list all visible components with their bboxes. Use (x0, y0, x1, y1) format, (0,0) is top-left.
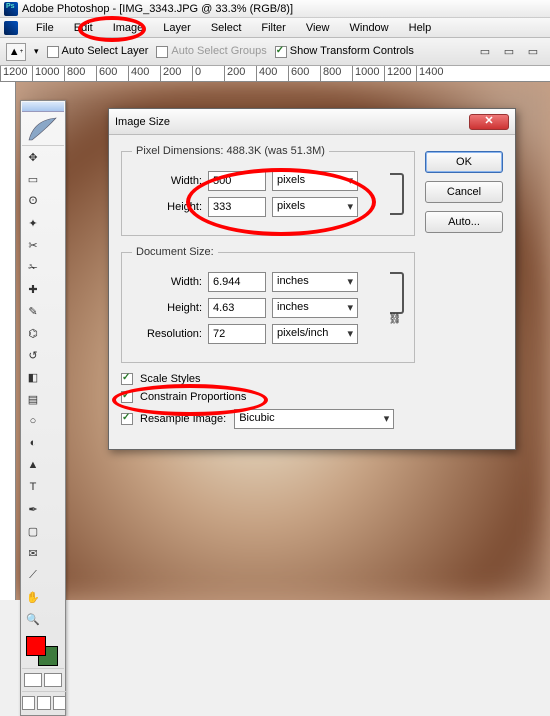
link-bracket-icon (390, 173, 404, 215)
dialog-titlebar[interactable]: Image Size ✕ (109, 109, 515, 135)
toolbox-panel[interactable]: ✥ ▭ ʘ ✦ ✂ ✁ ✚ ✎ ⌬ ↺ ◧ ▤ ○ ◐ ▲ T ✒ ▢ ✉ ⟋ … (20, 100, 66, 716)
magic-wand-tool[interactable]: ✦ (22, 212, 44, 234)
menu-help[interactable]: Help (399, 20, 442, 36)
pixel-height-unit-select[interactable]: pixels (272, 197, 358, 217)
healing-brush-tool[interactable]: ✚ (22, 278, 44, 300)
notes-tool[interactable]: ✉ (22, 542, 44, 564)
image-size-dialog: Image Size ✕ Pixel Dimensions: 488.3K (w… (108, 108, 516, 450)
doc-width-unit-select[interactable]: inches (272, 272, 358, 292)
checkbox-icon[interactable] (121, 391, 133, 403)
doc-height-input[interactable] (208, 298, 266, 318)
checkbox-icon[interactable] (275, 46, 287, 58)
menubar: File Edit Image Layer Select Filter View… (0, 18, 550, 38)
path-selection-tool[interactable]: ▲ (22, 454, 44, 476)
align-icon[interactable]: ▭ (522, 41, 544, 63)
resolution-input[interactable] (208, 324, 266, 344)
align-buttons-group: ▭ ▭ ▭ (474, 41, 544, 63)
checkbox-icon[interactable] (47, 46, 59, 58)
menu-file[interactable]: File (26, 20, 64, 36)
options-bar: ▲+ ▾ Auto Select Layer Auto Select Group… (0, 38, 550, 66)
link-bracket-icon (390, 272, 404, 314)
auto-select-groups-option[interactable]: Auto Select Groups (156, 45, 266, 57)
menu-view[interactable]: View (296, 20, 340, 36)
screen-mode-icon[interactable] (53, 696, 66, 710)
gradient-tool[interactable]: ▤ (22, 388, 44, 410)
clone-stamp-tool[interactable]: ⌬ (22, 322, 44, 344)
doc-width-input[interactable] (208, 272, 266, 292)
blur-tool[interactable]: ○ (22, 410, 44, 432)
brush-tool[interactable]: ✎ (22, 300, 44, 322)
color-swatches[interactable] (22, 634, 64, 668)
type-tool[interactable]: T (22, 476, 44, 498)
vertical-ruler (0, 82, 16, 600)
menu-filter[interactable]: Filter (251, 20, 295, 36)
screen-mode-icon[interactable] (22, 696, 35, 710)
resample-image-option[interactable]: Resample Image: Bicubic (121, 409, 415, 429)
document-size-group: Document Size: Width: inches Height: inc… (121, 246, 415, 363)
ok-button[interactable]: OK (425, 151, 503, 173)
resolution-label: Resolution: (132, 328, 202, 340)
chain-link-icon: ⛓ (389, 314, 402, 325)
eyedropper-tool[interactable]: ⟋ (22, 564, 44, 586)
resample-method-select[interactable]: Bicubic (234, 409, 394, 429)
window-title: Adobe Photoshop - [IMG_3343.JPG @ 33.3% … (22, 3, 293, 15)
standard-mode-icon[interactable] (24, 673, 42, 687)
app-menu-icon[interactable] (4, 21, 18, 35)
menu-select[interactable]: Select (201, 20, 252, 36)
zoom-tool[interactable]: 🔍 (22, 608, 44, 630)
cancel-button[interactable]: Cancel (425, 181, 503, 203)
pixel-height-input[interactable] (208, 197, 266, 217)
eraser-tool[interactable]: ◧ (22, 366, 44, 388)
panel-grip[interactable] (22, 102, 64, 112)
menu-edit[interactable]: Edit (64, 20, 103, 36)
menu-window[interactable]: Window (340, 20, 399, 36)
screen-mode-icon[interactable] (37, 696, 50, 710)
pixel-width-unit-select[interactable]: pixels (272, 171, 358, 191)
auto-button[interactable]: Auto... (425, 211, 503, 233)
move-tool-icon[interactable]: ▲+ (6, 43, 26, 61)
dodge-tool[interactable]: ◐ (22, 432, 44, 454)
dialog-title: Image Size (115, 116, 170, 128)
foreground-color-swatch[interactable] (26, 636, 46, 656)
doc-height-label: Height: (132, 302, 202, 314)
resolution-unit-select[interactable]: pixels/inch (272, 324, 358, 344)
pixel-dimensions-group: Pixel Dimensions: 488.3K (was 51.3M) Wid… (121, 145, 415, 236)
constrain-proportions-option[interactable]: Constrain Proportions (121, 391, 415, 403)
auto-select-layer-option[interactable]: Auto Select Layer (47, 45, 149, 57)
horizontal-ruler: 12001000800 600400200 0200400 6008001000… (0, 66, 550, 82)
pixel-dimensions-legend: Pixel Dimensions: 488.3K (was 51.3M) (132, 145, 329, 157)
pixel-width-input[interactable] (208, 171, 266, 191)
hand-tool[interactable]: ✋ (22, 586, 44, 608)
doc-width-label: Width: (132, 276, 202, 288)
crop-tool[interactable]: ✂ (22, 234, 44, 256)
align-icon[interactable]: ▭ (474, 41, 496, 63)
pen-tool[interactable]: ✒ (22, 498, 44, 520)
height-label: Height: (132, 201, 202, 213)
close-button[interactable]: ✕ (469, 114, 509, 130)
app-icon (4, 2, 18, 16)
lasso-tool[interactable]: ʘ (22, 190, 44, 212)
align-icon[interactable]: ▭ (498, 41, 520, 63)
shape-tool[interactable]: ▢ (22, 520, 44, 542)
document-size-legend: Document Size: (132, 246, 218, 258)
menu-image[interactable]: Image (103, 20, 154, 36)
width-label: Width: (132, 175, 202, 187)
quickmask-mode-icon[interactable] (44, 673, 62, 687)
checkbox-icon[interactable] (121, 413, 133, 425)
move-tool[interactable]: ✥ (22, 146, 44, 168)
window-titlebar: Adobe Photoshop - [IMG_3343.JPG @ 33.3% … (0, 0, 550, 18)
doc-height-unit-select[interactable]: inches (272, 298, 358, 318)
rectangular-marquee-tool[interactable]: ▭ (22, 168, 44, 190)
photoshop-feather-icon (22, 112, 64, 146)
checkbox-icon[interactable] (156, 46, 168, 58)
checkbox-icon[interactable] (121, 373, 133, 385)
show-transform-controls-option[interactable]: Show Transform Controls (275, 45, 414, 57)
history-brush-tool[interactable]: ↺ (22, 344, 44, 366)
menu-layer[interactable]: Layer (153, 20, 201, 36)
slice-tool[interactable]: ✁ (22, 256, 44, 278)
scale-styles-option[interactable]: Scale Styles (121, 373, 415, 385)
